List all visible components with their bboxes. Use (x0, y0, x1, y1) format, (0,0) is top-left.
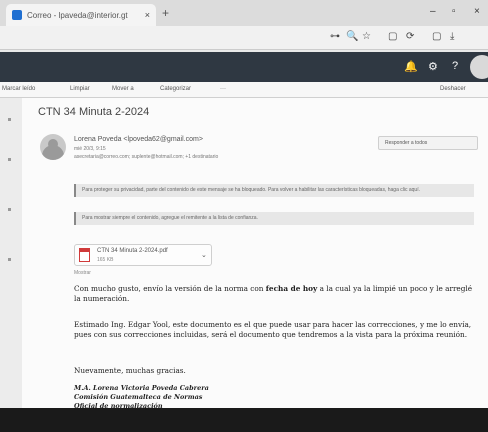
reply-all-label: Responder a todos (385, 140, 428, 146)
browser-toolbar: ⊶ 🔍 ☆ ▢ ⟳ ▢ ⤓ (0, 26, 488, 50)
rail-marker (8, 208, 11, 211)
signature-line: M.A. Lorena Victoria Poveda Cabrera (74, 384, 209, 392)
email-subject: CTN 34 Minuta 2-2024 (38, 106, 150, 118)
tab-close-icon[interactable]: × (145, 10, 150, 20)
email-recipients[interactable]: asecretaria@correo.com; suplente@hotmail… (74, 154, 218, 160)
sender-avatar[interactable] (40, 134, 66, 160)
bookmark-star-icon[interactable]: ☆ (362, 31, 371, 42)
settings-gear-icon[interactable]: ⚙ (428, 60, 438, 73)
browser-tab-strip: Correo - lpaveda@interior.gt × + – ▫ × (0, 0, 488, 26)
email-date: mié 20/3, 9:15 (74, 146, 106, 152)
categorize-button[interactable]: Categorizar (160, 86, 191, 92)
sender-name[interactable]: Lorena Poveda <lpoveda62@gmail.com> (74, 136, 203, 143)
paragraph-text: Con mucho gusto, envío la versión de la … (74, 284, 266, 293)
extensions-icon[interactable]: ▢ (388, 31, 397, 42)
notifications-icon[interactable]: 🔔 (404, 60, 418, 73)
reading-pane: CTN 34 Minuta 2-2024 Lorena Poveda <lpov… (22, 98, 488, 410)
tab-title: Correo - lpaveda@interior.gt (27, 10, 128, 20)
undo-button[interactable]: Deshacer (440, 86, 466, 92)
reply-all-button[interactable]: Responder a todos (378, 136, 478, 150)
maximize-button[interactable]: ▫ (452, 6, 456, 17)
clean-button[interactable]: Limpiar (70, 86, 90, 92)
trust-sender-notice[interactable]: Para mostrar siempre el contenido, agreg… (74, 212, 474, 225)
mail-toolbar: Marcar leído Limpiar Mover a Categorizar… (0, 82, 488, 98)
window-icon[interactable]: ▢ (432, 31, 441, 42)
body-paragraph-3: Nuevamente, muchas gracias. (74, 366, 186, 375)
attachment-card[interactable]: CTN 34 Minuta 2-2024.pdf 165 KB ⌄ (74, 244, 212, 266)
browser-tab[interactable]: Correo - lpaveda@interior.gt × (6, 4, 156, 26)
app-header: 🔔 ⚙ ? (0, 52, 488, 82)
more-button[interactable]: ··· (220, 86, 226, 92)
mail-favicon-icon (12, 10, 22, 20)
paragraph-bold-text: fecha de hoy (265, 284, 318, 293)
privacy-notice[interactable]: Para proteger su privacidad, parte del c… (74, 184, 474, 197)
move-to-button[interactable]: Mover a (112, 86, 134, 92)
mark-read-button[interactable]: Marcar leído (2, 86, 35, 92)
refresh-icon[interactable]: ⟳ (406, 31, 414, 42)
minimize-button[interactable]: – (430, 6, 436, 17)
close-window-button[interactable]: × (474, 6, 480, 17)
help-icon[interactable]: ? (452, 60, 458, 72)
download-icon[interactable]: ⤓ (450, 31, 454, 42)
body-paragraph-2: Estimado Ing. Edgar Yool, este documento… (74, 320, 472, 339)
pdf-file-icon (79, 248, 90, 262)
chevron-down-icon[interactable]: ⌄ (201, 251, 207, 259)
left-rail (0, 98, 22, 408)
body-paragraph-1: Con mucho gusto, envío la versión de la … (74, 284, 478, 304)
new-tab-button[interactable]: + (162, 6, 169, 20)
search-icon[interactable]: 🔍 (346, 31, 358, 42)
rail-marker (8, 118, 11, 121)
share-icon[interactable]: ⊶ (330, 31, 340, 42)
user-avatar[interactable] (470, 55, 488, 79)
rail-marker (8, 258, 11, 261)
signature-line: Comisión Guatemalteca de Normas (74, 393, 203, 401)
taskbar (0, 408, 488, 432)
rail-marker (8, 158, 11, 161)
attachment-size: 165 KB (97, 257, 114, 263)
attachment-name: CTN 34 Minuta 2-2024.pdf (97, 248, 168, 254)
attachment-show-link[interactable]: Mostrar (74, 270, 91, 276)
